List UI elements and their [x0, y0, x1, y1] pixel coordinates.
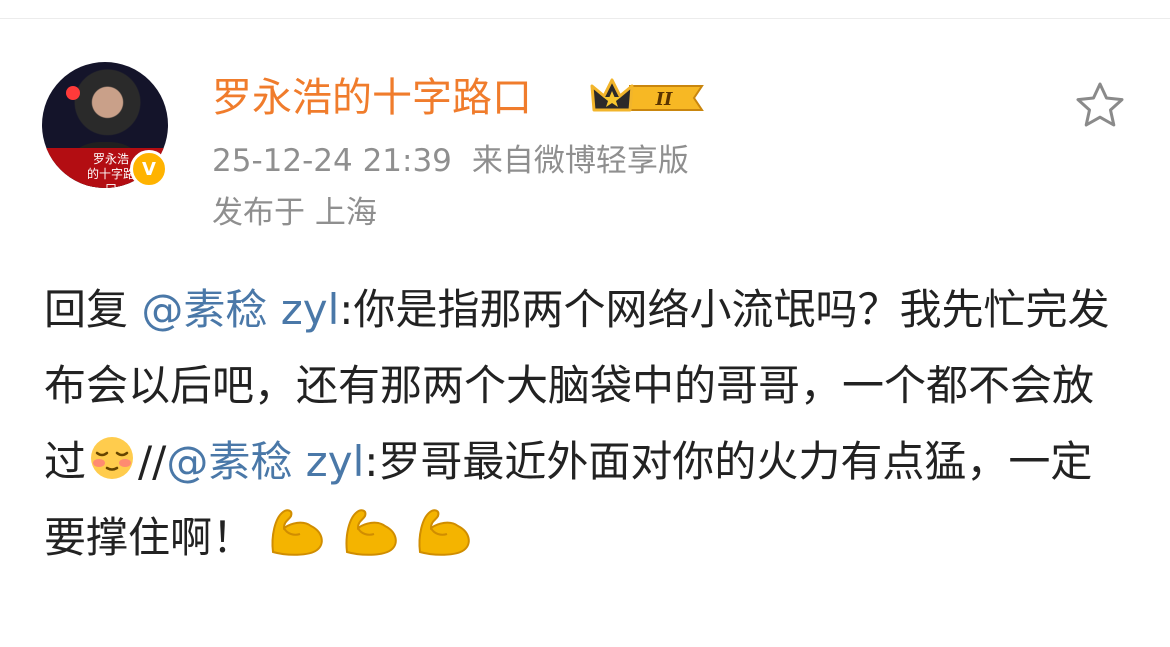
- member-level-crown-icon[interactable]: II: [590, 76, 706, 120]
- avatar-text-line1: 罗永浩: [92, 152, 129, 166]
- avatar-logo-mark: [66, 86, 80, 100]
- flexed-biceps-emoji-icon: [345, 509, 397, 556]
- level-badge-text: II: [655, 89, 673, 110]
- top-divider: [0, 0, 1170, 19]
- mention-link-2[interactable]: @素稔 zyl: [166, 437, 364, 486]
- author-name[interactable]: 罗永浩的十字路口: [212, 72, 532, 124]
- mention-link[interactable]: @素稔 zyl: [141, 285, 339, 334]
- avatar-text-line2: 的十字路口: [86, 167, 135, 188]
- post-timestamp: 25-12-24 21:39: [212, 143, 452, 179]
- avatar-banner-text: 罗永浩 的十字路口: [86, 152, 136, 188]
- verified-badge-icon: V: [130, 150, 168, 188]
- post-location: 发布于 上海: [212, 195, 377, 231]
- star-outline-icon[interactable]: [1074, 80, 1126, 130]
- post-meta: 25-12-24 21:39 来自微博轻享版: [212, 140, 689, 182]
- flexed-biceps-emoji-icon: [418, 509, 470, 556]
- blushing-face-emoji-icon: [91, 437, 134, 479]
- reply-prefix: 回复: [44, 285, 129, 334]
- flexed-biceps-emoji-icon: [271, 509, 324, 556]
- verified-label: V: [142, 158, 156, 180]
- post-source[interactable]: 来自微博轻享版: [472, 143, 689, 179]
- forward-separator: //: [138, 437, 167, 486]
- post-content: 回复 @素稔 zyl:你是指那两个网络小流氓吗？我先忙完发布会以后吧，还有那两个…: [44, 272, 1134, 576]
